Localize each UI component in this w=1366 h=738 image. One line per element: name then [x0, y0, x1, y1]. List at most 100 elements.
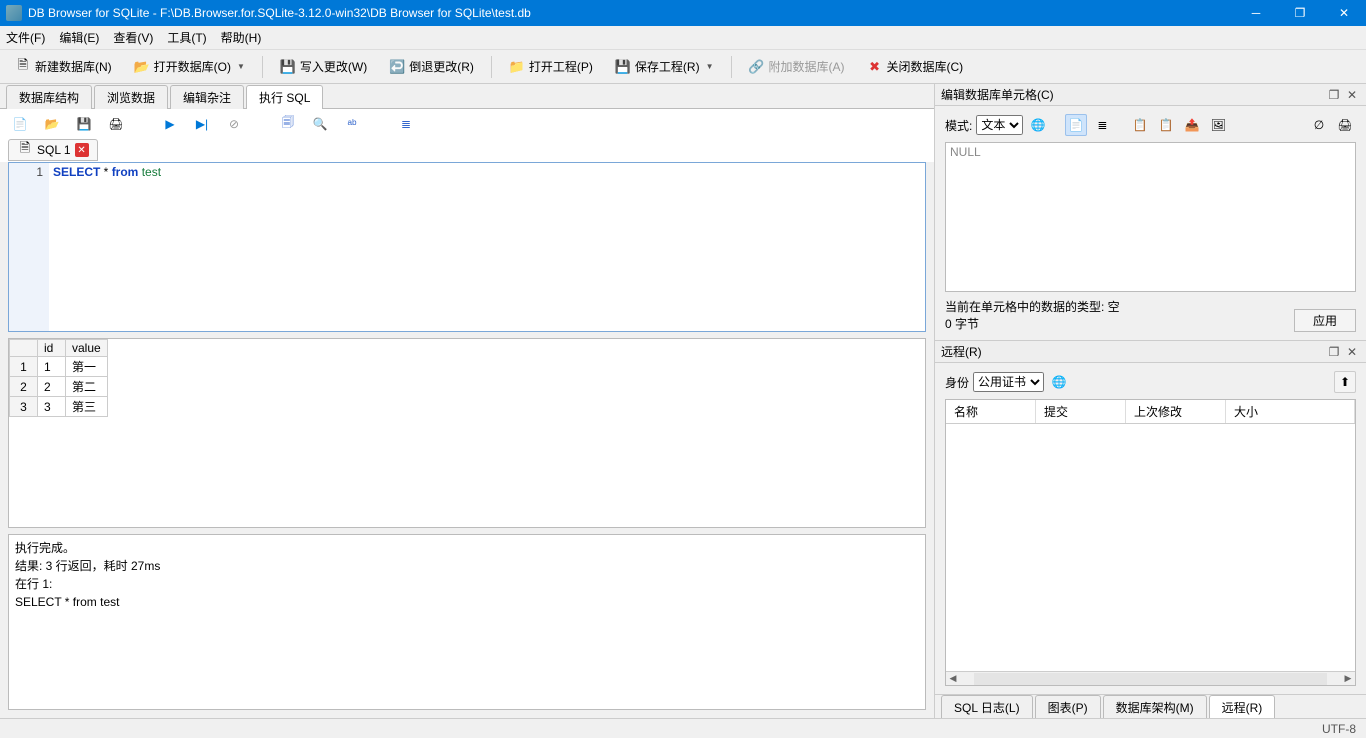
mode-select[interactable]: 文本 [976, 115, 1023, 135]
close-database-button[interactable]: ✖关闭数据库(C) [858, 54, 973, 79]
attach-icon: 🔗 [749, 59, 765, 75]
cell-editor-header: 编辑数据库单元格(C) ❐ ✕ [935, 84, 1366, 106]
dropdown-icon: ▼ [237, 62, 245, 71]
paste-button[interactable]: 📋 [1155, 114, 1177, 136]
scroll-right-icon[interactable]: ▶ [1341, 673, 1355, 684]
export-button[interactable]: 📤 [1181, 114, 1203, 136]
log-line: 执行完成。 [15, 539, 919, 557]
tab-browse[interactable]: 浏览数据 [94, 85, 168, 109]
main-tabs: 数据库结构 浏览数据 编辑杂注 执行 SQL [0, 84, 934, 108]
remote-col-modified[interactable]: 上次修改 [1126, 400, 1226, 423]
dropdown-icon: ▼ [706, 62, 714, 71]
tab-pragmas[interactable]: 编辑杂注 [170, 85, 244, 109]
image-button[interactable]: 🖼 [1207, 114, 1229, 136]
menu-help[interactable]: 帮助(H) [221, 29, 262, 46]
tab-chart[interactable]: 图表(P) [1035, 695, 1101, 718]
identity-select[interactable]: 公用证书 [973, 372, 1044, 392]
indent-button[interactable]: ≣ [396, 114, 416, 134]
log-line: 结果: 3 行返回，耗时 27ms [15, 557, 919, 575]
new-tab-button[interactable]: 📄 [10, 114, 30, 134]
write-icon: 💾 [280, 59, 296, 75]
new-database-button[interactable]: 🗎新建数据库(N) [6, 54, 121, 79]
sql-code[interactable]: SELECT * from test [49, 163, 925, 331]
remote-col-name[interactable]: 名称 [946, 400, 1036, 423]
replace-button[interactable]: ᵃᵇ [342, 114, 362, 134]
minimize-button[interactable]: ─ [1234, 0, 1278, 26]
open-database-button[interactable]: 📂打开数据库(O)▼ [125, 54, 254, 79]
revert-icon: ↩️ [389, 59, 405, 75]
close-window-button[interactable]: ✕ [1322, 0, 1366, 26]
import-button[interactable]: 🌐 [1027, 114, 1049, 136]
result-header-value[interactable]: value [66, 340, 108, 357]
stop-button[interactable]: ⊘ [224, 114, 244, 134]
sql-file-tabs: 🗎 SQL 1 ✕ [0, 138, 934, 162]
attach-database-button[interactable]: 🔗附加数据库(A) [740, 54, 854, 79]
mode-label: 模式: [945, 117, 972, 134]
save-project-button[interactable]: 💾保存工程(R)▼ [606, 54, 723, 79]
save-sql-button[interactable]: 💾 [74, 114, 94, 134]
sql-tab-label: SQL 1 [37, 143, 71, 157]
remote-table[interactable]: 名称 提交 上次修改 大小 ◀ ▶ [945, 399, 1356, 686]
print-cell-button[interactable]: 🖨 [1334, 114, 1356, 136]
remote-col-size[interactable]: 大小 [1226, 400, 1355, 423]
write-changes-button[interactable]: 💾写入更改(W) [271, 54, 376, 79]
result-header-id[interactable]: id [38, 340, 66, 357]
cell-value-textarea[interactable]: NULL [945, 142, 1356, 292]
close-dock-button[interactable]: ✕ [1344, 87, 1360, 103]
apply-button[interactable]: 应用 [1294, 309, 1356, 332]
undock-button[interactable]: ❐ [1326, 344, 1342, 360]
menu-file[interactable]: 文件(F) [6, 29, 45, 46]
file-icon: 🗎 [17, 142, 33, 158]
horizontal-scrollbar[interactable]: ◀ ▶ [946, 671, 1355, 685]
status-bar: UTF-8 [0, 718, 1366, 738]
push-button[interactable]: ⬆ [1334, 371, 1356, 393]
refresh-remote-button[interactable]: 🌐 [1048, 371, 1070, 393]
tab-remote[interactable]: 远程(R) [1209, 695, 1276, 718]
open-project-button[interactable]: 📁打开工程(P) [500, 54, 602, 79]
close-dock-button[interactable]: ✕ [1344, 344, 1360, 360]
bottom-tabs: SQL 日志(L) 图表(P) 数据库架构(M) 远程(R) [935, 694, 1366, 718]
result-row[interactable]: 1 1 第一 [10, 357, 108, 377]
undock-button[interactable]: ❐ [1326, 87, 1342, 103]
run-line-button[interactable]: ▶| [192, 114, 212, 134]
tab-schema[interactable]: 数据库架构(M) [1103, 695, 1207, 718]
log-line: 在行 1: [15, 575, 919, 593]
open-sql-button[interactable]: 📂 [42, 114, 62, 134]
menu-bar: 文件(F) 编辑(E) 查看(V) 工具(T) 帮助(H) [0, 26, 1366, 50]
revert-changes-button[interactable]: ↩️倒退更改(R) [380, 54, 483, 79]
execution-log[interactable]: 执行完成。 结果: 3 行返回，耗时 27ms 在行 1: SELECT * f… [8, 534, 926, 710]
copy-button[interactable]: 📋 [1129, 114, 1151, 136]
sql-tab-1[interactable]: 🗎 SQL 1 ✕ [8, 139, 98, 161]
tab-execute-sql[interactable]: 执行 SQL [246, 85, 323, 109]
menu-view[interactable]: 查看(V) [113, 29, 153, 46]
close-tab-button[interactable]: ✕ [75, 143, 89, 157]
toolbar-separator [491, 56, 492, 78]
identity-label: 身份 [945, 374, 969, 391]
maximize-button[interactable]: ❐ [1278, 0, 1322, 26]
window-title: DB Browser for SQLite - F:\DB.Browser.fo… [28, 6, 1234, 20]
open-project-icon: 📁 [509, 59, 525, 75]
menu-edit[interactable]: 编辑(E) [59, 29, 99, 46]
tab-structure[interactable]: 数据库结构 [6, 85, 92, 109]
sql-editor[interactable]: 1 SELECT * from test [8, 162, 926, 332]
text-view-button[interactable]: 📄 [1065, 114, 1087, 136]
side-pane: 编辑数据库单元格(C) ❐ ✕ 模式: 文本 🌐 📄 ≣ 📋 📋 📤 🖼 ∅ 🖨 [935, 84, 1366, 718]
remote-col-commit[interactable]: 提交 [1036, 400, 1126, 423]
result-table[interactable]: id value 1 1 第一 2 2 第二 3 3 第三 [8, 338, 926, 528]
encoding-label: UTF-8 [1322, 722, 1356, 736]
close-db-icon: ✖ [867, 59, 883, 75]
sql-toolbar: 📄 📂 💾 🖨 ▶ ▶| ⊘ 🗐 🔍 ᵃᵇ ≣ [0, 108, 934, 138]
align-button[interactable]: ≣ [1091, 114, 1113, 136]
scroll-left-icon[interactable]: ◀ [946, 673, 960, 684]
line-gutter: 1 [9, 163, 49, 331]
null-button[interactable]: ∅ [1308, 114, 1330, 136]
run-button[interactable]: ▶ [160, 114, 180, 134]
tab-sql-log[interactable]: SQL 日志(L) [941, 695, 1033, 718]
find-button[interactable]: 🔍 [310, 114, 330, 134]
result-row[interactable]: 2 2 第二 [10, 377, 108, 397]
print-button[interactable]: 🖨 [106, 114, 126, 134]
open-db-icon: 📂 [134, 59, 150, 75]
result-row[interactable]: 3 3 第三 [10, 397, 108, 417]
save-results-button[interactable]: 🗐 [278, 114, 298, 134]
menu-tools[interactable]: 工具(T) [167, 29, 206, 46]
